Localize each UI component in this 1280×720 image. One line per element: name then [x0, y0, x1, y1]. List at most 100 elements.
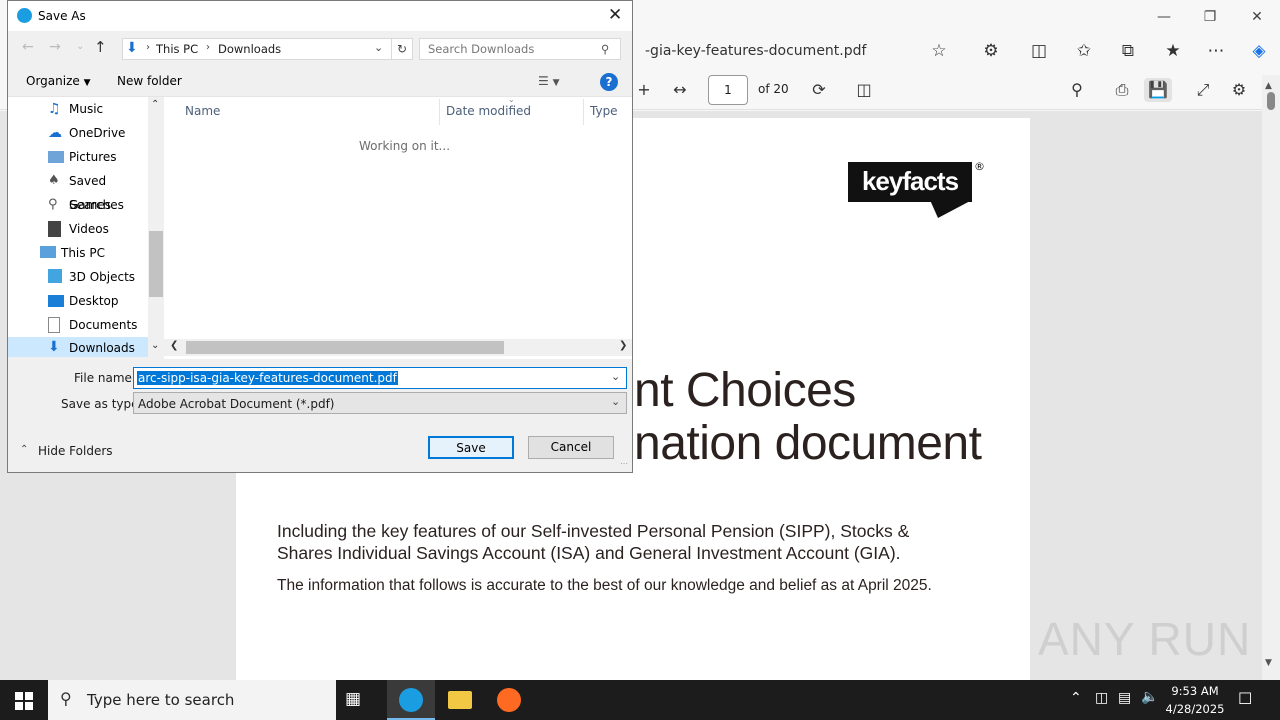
rotate-icon[interactable]: ⟳ — [805, 78, 833, 102]
nav-scroll-thumb[interactable] — [149, 231, 163, 297]
organize-button[interactable]: Organize ▼ — [26, 74, 91, 88]
copilot-icon[interactable]: ◈ — [1244, 38, 1274, 64]
nav-item-pictures[interactable]: Pictures — [8, 145, 148, 169]
help-icon[interactable]: ? — [600, 73, 618, 91]
nav-item-3d-objects[interactable]: 3D Objects — [8, 265, 148, 289]
nav-item-documents[interactable]: Documents — [8, 313, 148, 337]
music-icon: ♫ — [48, 101, 61, 117]
edge-icon — [399, 688, 423, 712]
taskbar-search-box[interactable]: ⚲ Type here to search — [48, 680, 336, 720]
breadcrumb-separator-icon: › — [206, 42, 210, 53]
dialog-close-icon[interactable]: ✕ — [608, 5, 622, 25]
hide-folders-button[interactable]: Hide Folders — [38, 444, 113, 458]
print-icon[interactable]: ⎙ — [1108, 78, 1136, 102]
back-arrow-icon[interactable]: ← — [22, 39, 34, 55]
column-type[interactable]: Type — [590, 104, 618, 118]
nav-scrollbar[interactable]: ⌃ ⌄ — [148, 97, 164, 359]
nav-item-desktop[interactable]: Desktop — [8, 289, 148, 313]
collections-icon[interactable]: ⧉ — [1113, 38, 1143, 64]
notifications-icon[interactable]: ☐ — [1238, 689, 1252, 708]
page-view-icon[interactable]: ◫ — [850, 78, 878, 102]
nav-scroll-down-icon[interactable]: ⌄ — [151, 340, 159, 351]
hscroll-thumb[interactable] — [186, 341, 504, 354]
new-folder-button[interactable]: New folder — [117, 74, 182, 88]
column-date-modified[interactable]: Date modified — [446, 104, 531, 118]
extensions-icon[interactable]: ⚙ — [976, 38, 1006, 64]
fullscreen-icon[interactable]: ⤢ — [1189, 78, 1217, 102]
settings-gear-icon[interactable]: ⚙ — [1225, 78, 1253, 102]
tray-device-icon[interactable]: ◫ — [1095, 690, 1108, 706]
close-browser-button[interactable]: ✕ — [1235, 6, 1279, 28]
save-type-dropdown-icon[interactable]: ⌄ — [611, 395, 620, 408]
hscroll-left-icon[interactable]: ❮ — [170, 340, 178, 351]
volume-icon[interactable]: 🔈 — [1141, 689, 1158, 705]
forward-arrow-icon[interactable]: → — [49, 39, 61, 55]
nav-item-music[interactable]: ♫ Music — [8, 97, 148, 121]
windows-start-icon[interactable] — [15, 692, 33, 710]
scroll-down-icon[interactable]: ▼ — [1265, 658, 1272, 668]
up-arrow-icon[interactable]: ↑ — [94, 38, 107, 56]
list-hscrollbar[interactable]: ❮ ❯ — [164, 339, 632, 356]
task-view-icon[interactable]: ▦ — [345, 689, 361, 709]
cancel-button[interactable]: Cancel — [528, 436, 614, 459]
performance-icon[interactable]: ★ — [1158, 38, 1188, 64]
file-explorer-icon[interactable] — [448, 691, 472, 709]
restore-button[interactable]: ❐ — [1188, 6, 1232, 28]
file-list — [164, 97, 632, 359]
keyfacts-logo: keyfacts — [848, 162, 972, 202]
breadcrumb-this-pc[interactable]: This PC — [156, 42, 198, 56]
nav-label: 3D Objects — [69, 270, 136, 284]
nav-label: Desktop — [69, 294, 119, 308]
nav-item-downloads[interactable]: ⬇ Downloads — [8, 337, 148, 357]
recent-locations-icon[interactable]: ⌄ — [76, 41, 84, 52]
network-icon[interactable]: ▤ — [1118, 690, 1131, 706]
resize-grip-icon[interactable]: ⋯ — [620, 459, 628, 468]
save-type-select[interactable]: Adobe Acrobat Document (*.pdf) ⌄ — [133, 392, 627, 414]
save-button[interactable]: Save — [428, 436, 514, 459]
tray-chevron-icon[interactable]: ⌃ — [1070, 690, 1082, 706]
refresh-icon[interactable]: ↻ — [391, 38, 413, 60]
dialog-search-input[interactable]: Search Downloads ⚲ — [419, 38, 621, 60]
doc-intro-line1: Including the key features of our Self-i… — [277, 521, 910, 541]
nav-item-videos[interactable]: Videos — [8, 217, 148, 241]
hscroll-right-icon[interactable]: ❯ — [619, 340, 627, 351]
address-bar-text[interactable]: -gia-key-features-document.pdf — [645, 43, 866, 59]
minimize-button[interactable]: — — [1142, 6, 1186, 28]
nav-item-this-pc[interactable]: This PC — [8, 241, 148, 265]
file-name-input[interactable]: arc-sipp-isa-gia-key-features-document.p… — [133, 367, 627, 389]
address-dropdown-icon[interactable]: ⌄ — [374, 41, 383, 54]
save-icon[interactable]: 💾 — [1144, 78, 1172, 102]
viewer-scrollbar[interactable]: ▲ ▼ — [1262, 75, 1280, 680]
scroll-up-icon[interactable]: ▲ — [1265, 81, 1272, 91]
breadcrumb-downloads[interactable]: Downloads — [218, 42, 281, 56]
nav-item-searches[interactable]: ⚲ Searches — [8, 193, 148, 217]
scroll-thumb[interactable] — [1267, 92, 1275, 110]
firefox-icon[interactable] — [497, 688, 521, 712]
split-screen-icon[interactable]: ◫ — [1024, 38, 1054, 64]
find-icon[interactable]: ⚲ — [1063, 78, 1091, 102]
edge-taskbar-button[interactable] — [387, 680, 435, 720]
hide-folders-chevron-icon[interactable]: ⌃ — [20, 444, 28, 455]
download-icon: ⬇ — [48, 339, 60, 355]
page-number-input[interactable]: 1 — [708, 75, 748, 105]
more-menu-icon[interactable]: ⋯ — [1201, 38, 1231, 64]
nav-item-onedrive[interactable]: ☁ OneDrive — [8, 121, 148, 145]
doc-heading-line2: nation document — [634, 417, 982, 470]
column-name[interactable]: Name — [185, 104, 220, 118]
doc-intro-line2: Shares Individual Savings Account (ISA) … — [277, 543, 901, 563]
favorite-star-icon[interactable]: ☆ — [924, 38, 954, 64]
documents-icon — [48, 317, 60, 333]
nav-item-saved-games[interactable]: ♠ Saved Games — [8, 169, 148, 212]
saved-games-icon: ♠ — [48, 173, 60, 188]
clock-time[interactable]: 9:53 AM — [1164, 684, 1226, 698]
taskbar-search-placeholder: Type here to search — [87, 691, 235, 709]
file-name-dropdown-icon[interactable]: ⌄ — [611, 370, 620, 383]
favorites-icon[interactable]: ✩ — [1069, 38, 1099, 64]
nav-scroll-up-icon[interactable]: ⌃ — [151, 99, 159, 110]
fit-width-icon[interactable]: ↔ — [666, 78, 694, 102]
zoom-in-icon[interactable]: + — [630, 78, 658, 102]
view-options-icon[interactable]: ☰ ▼ — [538, 74, 560, 88]
address-bar[interactable]: ⬇ › This PC › Downloads ⌄ — [122, 38, 392, 60]
dialog-search-placeholder: Search Downloads — [428, 42, 535, 56]
clock-date[interactable]: 4/28/2025 — [1164, 702, 1226, 716]
